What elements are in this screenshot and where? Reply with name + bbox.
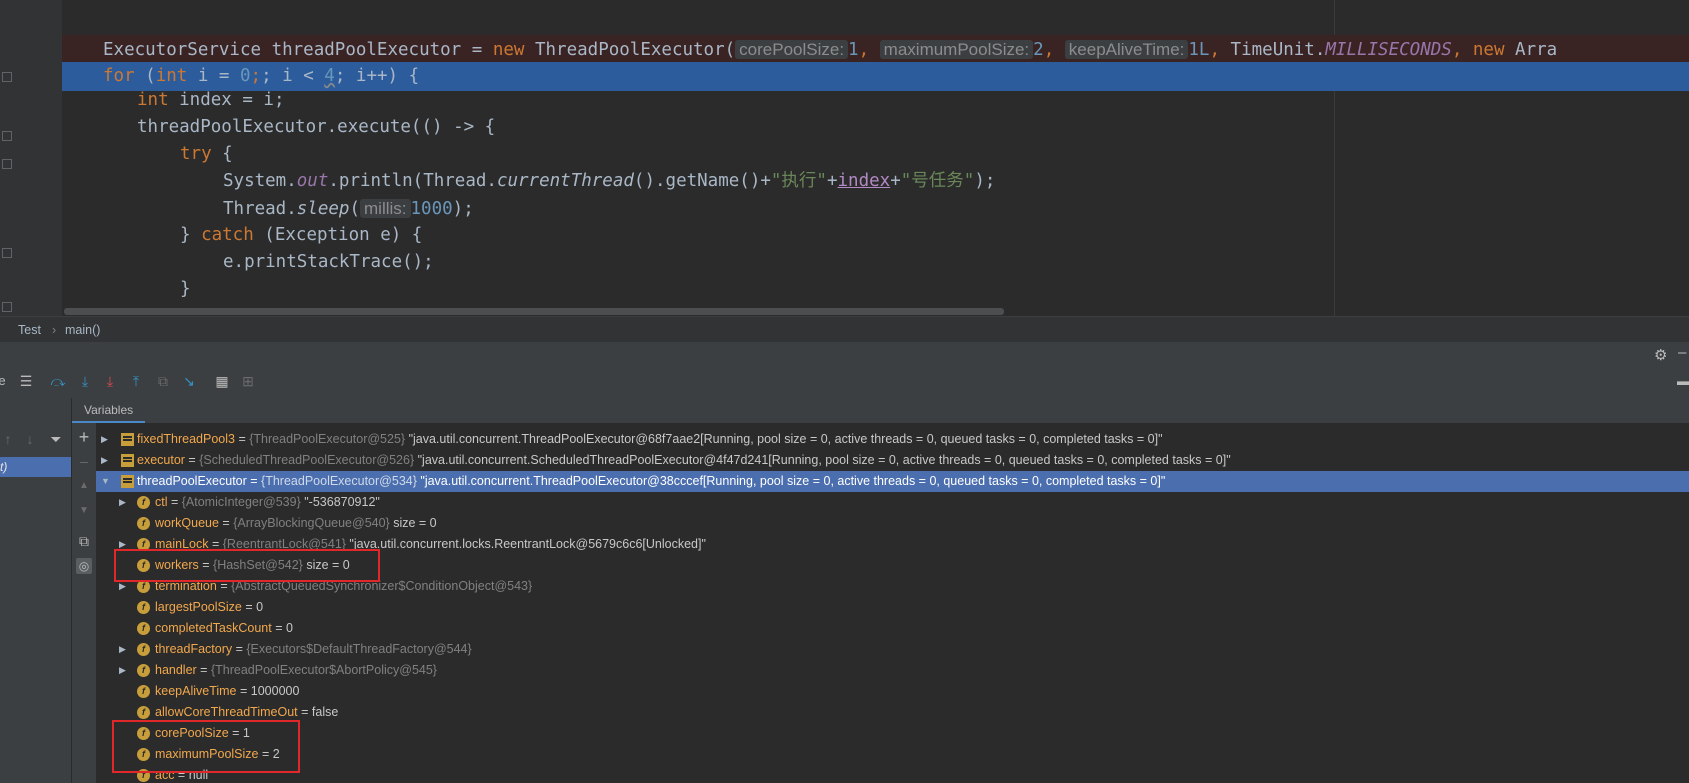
remove-watch-icon[interactable]: – xyxy=(76,453,92,469)
fold-marker[interactable] xyxy=(2,72,12,82)
debug-panel-header: ⚙ – xyxy=(0,344,1689,364)
frame-down-icon[interactable]: ↓ xyxy=(22,431,38,447)
param-hint-max: maximumPoolSize: xyxy=(879,40,1034,59)
annotation-box-workers xyxy=(114,549,380,582)
code-line-9[interactable]: e.printStackTrace(); xyxy=(62,248,1689,277)
param-hint-core: corePoolSize: xyxy=(735,40,849,59)
var-row[interactable]: f largestPoolSize = 0 xyxy=(96,597,1689,618)
step-over-icon[interactable]: ⤓ xyxy=(75,371,95,391)
param-hint-millis: millis: xyxy=(360,199,411,218)
fold-marker[interactable] xyxy=(2,302,12,312)
var-row[interactable]: f completedTaskCount = 0 xyxy=(96,618,1689,639)
filter-icon[interactable]: ⏷ xyxy=(48,431,64,447)
add-watch-icon[interactable]: + xyxy=(76,428,92,446)
code-line-1[interactable]: ExecutorService threadPoolExecutor = new… xyxy=(62,35,1689,64)
code-line-3[interactable]: int index = i; xyxy=(62,86,1689,115)
editor-horizontal-scrollbar[interactable] xyxy=(64,308,1004,315)
expand-icon[interactable]: ▶ xyxy=(101,450,111,471)
var-row[interactable]: ▶ f ctl = {AtomicInteger@539} "-53687091… xyxy=(96,492,1689,513)
code-line-8[interactable]: } catch (Exception e) { xyxy=(62,221,1689,250)
gear-icon[interactable]: ⚙ xyxy=(1654,346,1667,364)
variables-tabbar: Variables xyxy=(72,398,1689,423)
selected-frame[interactable]: t) xyxy=(0,457,71,477)
frames-icon[interactable]: ☰ xyxy=(16,371,36,391)
var-row[interactable]: f allowCoreThreadTimeOut = false xyxy=(96,702,1689,723)
field-icon: f xyxy=(137,517,150,530)
fold-marker[interactable] xyxy=(2,159,12,169)
annotation-box-pool-sizes xyxy=(112,720,300,773)
field-icon: f xyxy=(137,643,150,656)
var-row[interactable]: f keepAliveTime = 1000000 xyxy=(96,681,1689,702)
variables-tree: ▶ fixedThreadPool3 = {ThreadPoolExecutor… xyxy=(96,423,1689,783)
var-row[interactable]: ▶ f handler = {ThreadPoolExecutor$AbortP… xyxy=(96,660,1689,681)
toolbar-edge-label: e xyxy=(0,373,6,388)
move-down-icon[interactable]: ▼ xyxy=(76,503,92,519)
var-row[interactable]: ▶ fixedThreadPool3 = {ThreadPoolExecutor… xyxy=(96,429,1689,450)
var-row-selected[interactable]: ▼ threadPoolExecutor = {ThreadPoolExecut… xyxy=(96,471,1689,492)
layout-icon[interactable]: ▬ xyxy=(1673,371,1689,391)
code-line-4[interactable]: threadPoolExecutor.execute(() -> { xyxy=(62,113,1689,142)
code-line-6[interactable]: System.out.println(Thread.currentThread(… xyxy=(62,167,1689,196)
move-up-icon[interactable]: ▲ xyxy=(76,478,92,494)
breadcrumb: Test › main() xyxy=(0,316,1689,343)
var-row[interactable]: f acc = null xyxy=(96,765,1689,783)
frame-up-icon[interactable]: ↑ xyxy=(0,431,16,447)
code-line-5[interactable]: try { xyxy=(62,140,1689,169)
var-row[interactable]: f workQueue = {ArrayBlockingQueue@540} s… xyxy=(96,513,1689,534)
code-line-10[interactable]: } xyxy=(62,275,1689,304)
breadcrumb-separator: › xyxy=(52,323,57,337)
watches-toggle-icon[interactable]: ◎ xyxy=(76,558,92,574)
frames-panel: ↑ ↓ ⏷ xyxy=(0,398,72,783)
variables-side-toolbar: + – ▲ ▼ ⧉ ◎ xyxy=(72,423,96,783)
fold-marker[interactable] xyxy=(2,131,12,141)
run-to-cursor-icon[interactable]: ↘ xyxy=(179,371,199,391)
field-icon: f xyxy=(137,706,150,719)
show-execution-point-icon[interactable]: ⤼ xyxy=(48,371,68,391)
param-hint-keepalive: keepAliveTime: xyxy=(1064,40,1189,59)
field-icon: f xyxy=(137,496,150,509)
drop-frame-icon[interactable]: ⧉ xyxy=(153,371,173,391)
expand-icon[interactable]: ▶ xyxy=(119,492,129,513)
breadcrumb-class[interactable]: Test xyxy=(18,317,41,343)
tab-variables[interactable]: Variables xyxy=(72,398,146,423)
var-row[interactable]: ▶ f threadFactory = {Executors$DefaultTh… xyxy=(96,639,1689,660)
evaluate-expression-icon[interactable]: ▦ xyxy=(212,371,232,391)
breadcrumb-method[interactable]: main() xyxy=(65,317,100,343)
code-line-7[interactable]: Thread.sleep(millis: 1000); xyxy=(62,194,1689,223)
expand-icon[interactable]: ▶ xyxy=(119,639,129,660)
step-into-icon[interactable]: ⤓ xyxy=(100,371,120,391)
field-icon: f xyxy=(137,622,150,635)
var-row[interactable]: f maximumPoolSize = 2 xyxy=(96,744,1689,765)
expand-icon[interactable]: ▶ xyxy=(119,660,129,681)
editor-gutter[interactable] xyxy=(0,0,62,316)
local-variable-icon xyxy=(121,433,134,446)
code-editor[interactable]: ExecutorService threadPoolExecutor = new… xyxy=(0,0,1689,316)
fold-marker[interactable] xyxy=(2,248,12,258)
copy-icon[interactable]: ⧉ xyxy=(76,533,92,549)
step-out-icon[interactable]: ⤒ xyxy=(126,371,146,391)
field-icon: f xyxy=(137,601,150,614)
minimize-icon[interactable]: – xyxy=(1678,344,1686,361)
var-row[interactable]: ▶ executor = {ScheduledThreadPoolExecuto… xyxy=(96,450,1689,471)
debug-toolbar: e ☰ ⤼ ⤓ ⤓ ⤒ ⧉ ↘ ▦ ⊞ ▬ xyxy=(0,364,1689,399)
trace-icon[interactable]: ⊞ xyxy=(238,371,258,391)
field-icon: f xyxy=(137,664,150,677)
collapse-icon[interactable]: ▼ xyxy=(101,471,111,492)
field-icon: f xyxy=(137,685,150,698)
local-variable-icon xyxy=(121,454,134,467)
var-row[interactable]: f corePoolSize = 1 xyxy=(96,723,1689,744)
expand-icon[interactable]: ▶ xyxy=(101,429,111,450)
local-variable-icon xyxy=(121,475,134,488)
